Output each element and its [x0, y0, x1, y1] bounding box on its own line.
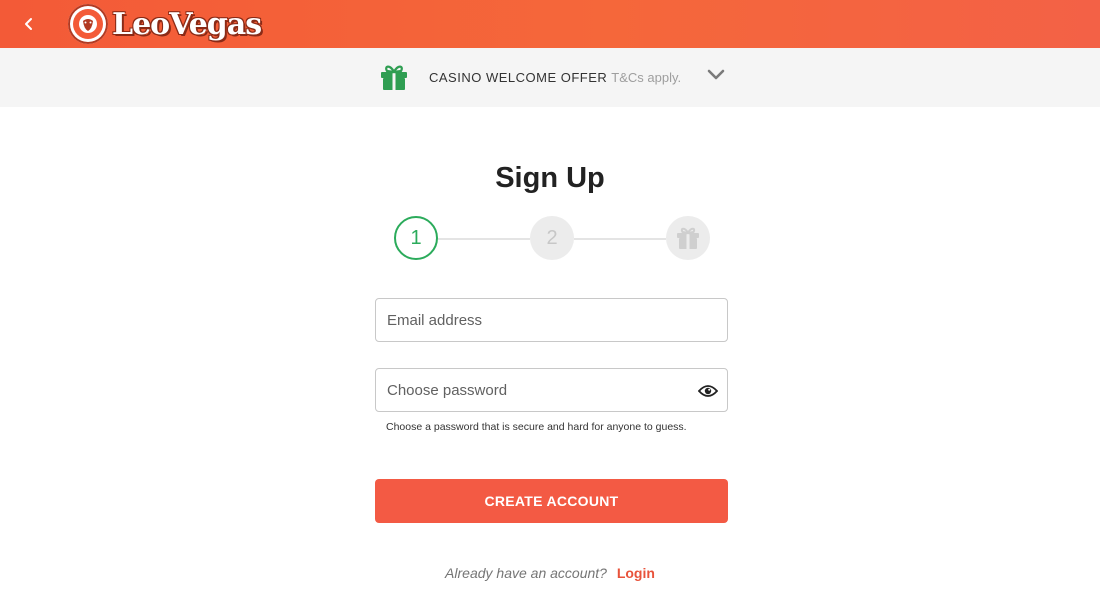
- password-field-container: [375, 368, 728, 412]
- top-header-bar: LeoVegas: [0, 0, 1100, 48]
- eye-icon: [698, 385, 718, 397]
- brand-name: LeoVegas: [112, 6, 262, 42]
- signup-stepper: 1 2: [394, 216, 710, 262]
- welcome-offer-toggle[interactable]: CASINO WELCOME OFFER T&Cs apply.: [378, 62, 681, 92]
- create-account-button[interactable]: CREATE ACCOUNT: [375, 479, 728, 523]
- lion-head-icon: [68, 4, 108, 44]
- offer-terms: T&Cs apply.: [611, 69, 682, 85]
- login-prompt: Already have an account?: [445, 565, 607, 581]
- step-2: 2: [530, 216, 574, 260]
- chevron-left-icon: [25, 18, 32, 30]
- toggle-password-visibility-button[interactable]: [695, 378, 721, 404]
- brand-logo[interactable]: LeoVegas: [68, 3, 262, 45]
- step-connector: [438, 238, 530, 240]
- back-button[interactable]: [14, 9, 44, 39]
- page-title: Sign Up: [495, 162, 605, 194]
- step-connector: [574, 238, 666, 240]
- step-1: 1: [394, 216, 438, 260]
- login-prompt-row: Already have an account? Login: [0, 565, 1100, 581]
- offer-title: CASINO WELCOME OFFER: [429, 69, 608, 85]
- gift-icon: [381, 65, 407, 90]
- chevron-down-icon[interactable]: [706, 68, 726, 82]
- gift-icon: [677, 227, 699, 249]
- password-field[interactable]: [376, 369, 727, 411]
- email-field-container: [375, 298, 728, 342]
- welcome-offer-bar: CASINO WELCOME OFFER T&Cs apply.: [0, 48, 1100, 107]
- step-reward: [666, 216, 710, 260]
- email-field[interactable]: [376, 299, 727, 341]
- login-link[interactable]: Login: [617, 565, 655, 581]
- password-hint: Choose a password that is secure and har…: [386, 421, 687, 433]
